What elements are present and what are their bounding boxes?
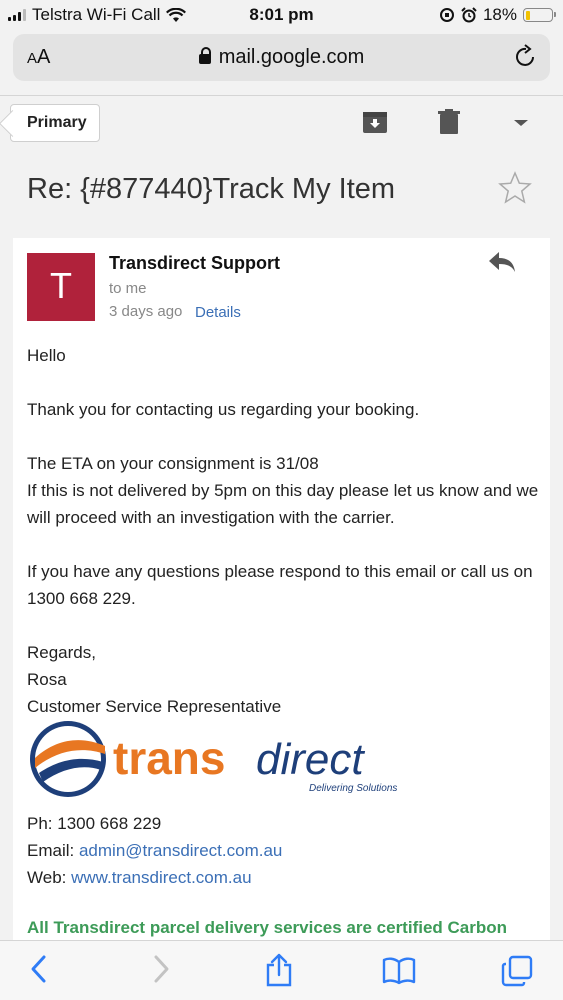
certification-text: All Transdirect parcel delivery services…: [27, 918, 508, 937]
eta-text: The ETA on your consignment is 31/08: [27, 454, 319, 473]
signer-name: Rosa: [27, 670, 67, 689]
star-icon[interactable]: [498, 171, 532, 205]
battery-icon: [523, 8, 556, 22]
avatar: T: [27, 253, 95, 321]
phone-label: Ph:: [27, 814, 58, 833]
transdirect-logo: trans direct Delivering Solutions: [30, 721, 397, 797]
body-paragraph: If you have any questions please respond…: [27, 562, 533, 608]
status-right: 18%: [439, 5, 556, 25]
phone-number: 1300 668 229: [57, 814, 162, 833]
orientation-lock-icon: [439, 8, 454, 22]
tabs-icon[interactable]: [501, 955, 533, 987]
back-icon[interactable]: [28, 953, 50, 985]
back-to-primary-button[interactable]: Primary: [10, 104, 100, 142]
logo-text-trans: trans: [113, 732, 225, 784]
url-text: mail.google.com: [218, 46, 365, 68]
battery-percent: 18%: [482, 5, 517, 24]
body-paragraph: Thank you for contacting us regarding yo…: [27, 400, 420, 419]
status-bar: Telstra Wi-Fi Call 8:01 pm 18%: [0, 0, 563, 30]
web-link[interactable]: www.transdirect.com.au: [71, 868, 251, 887]
primary-label: Primary: [27, 114, 87, 131]
divider: [0, 95, 563, 96]
alarm-icon: [461, 7, 477, 23]
reply-icon[interactable]: [487, 251, 517, 273]
logo-tagline: Delivering Solutions: [309, 783, 397, 794]
lock-icon: [198, 47, 211, 64]
address-bar[interactable]: AA mail.google.com: [13, 34, 550, 81]
message-body: Hello Thank you for contacting us regard…: [27, 342, 542, 720]
message-time: 3 days ago: [109, 303, 183, 320]
email-label: Email:: [27, 841, 79, 860]
signer-role: Customer Service Representative: [27, 697, 282, 716]
url-field[interactable]: mail.google.com: [13, 46, 550, 69]
message-card: T Transdirect Support to me 3 days ago D…: [13, 238, 550, 948]
delete-icon[interactable]: [437, 109, 461, 135]
forward-icon[interactable]: [150, 953, 172, 985]
reload-icon[interactable]: [514, 44, 538, 70]
regards-text: Regards,: [27, 643, 96, 662]
email-subject: Re: {#877440}Track My Item: [27, 173, 396, 205]
bookmarks-icon[interactable]: [382, 957, 416, 985]
archive-icon[interactable]: [362, 109, 388, 135]
sender-name: Transdirect Support: [109, 253, 281, 273]
contact-block: Ph: 1300 668 229 Email: admin@transdirec…: [27, 810, 282, 891]
recipient-label: to me: [109, 280, 147, 297]
browser-toolbar: [0, 940, 563, 1000]
email-link[interactable]: admin@transdirect.com.au: [79, 841, 282, 860]
more-menu-icon[interactable]: [512, 118, 530, 128]
body-paragraph: If this is not delivered by 5pm on this …: [27, 481, 539, 527]
greeting-text: Hello: [27, 346, 66, 365]
details-link[interactable]: Details: [195, 304, 241, 321]
logo-text-direct: direct: [256, 735, 365, 784]
web-label: Web:: [27, 868, 72, 887]
share-icon[interactable]: [264, 953, 294, 987]
